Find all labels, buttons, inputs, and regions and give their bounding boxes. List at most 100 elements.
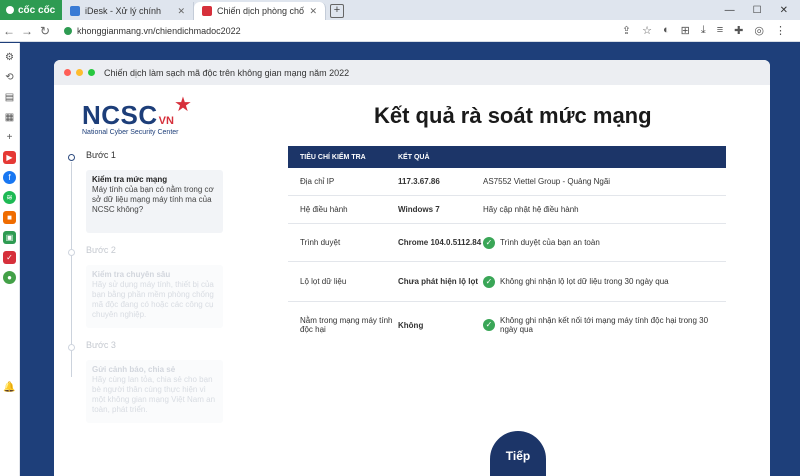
youtube-icon[interactable]: ▶ bbox=[3, 151, 16, 164]
step-label: Bước 1 bbox=[86, 150, 116, 160]
ncsc-favicon-icon bbox=[202, 6, 212, 16]
row-note: Không ghi nhận kết nối tới mạng máy tính… bbox=[500, 316, 709, 334]
download-icon[interactable]: ⤓ bbox=[701, 24, 706, 37]
check-icon: ✓ bbox=[483, 319, 495, 331]
close-window-icon[interactable]: ✕ bbox=[780, 5, 788, 16]
step-bullet-icon bbox=[68, 154, 75, 161]
history-icon[interactable]: ⟲ bbox=[3, 71, 16, 84]
check-icon: ✓ bbox=[483, 236, 495, 249]
step-2[interactable]: Bước 2 Kiểm tra chuyên sâu Hãy sử dụng m… bbox=[64, 245, 224, 328]
url-text: khonggianmang.vn/chiendichmadoc2022 bbox=[77, 25, 241, 36]
close-dot-icon[interactable] bbox=[64, 69, 71, 76]
row-criterion: Nằm trong mạng máy tính độc hại bbox=[300, 316, 393, 334]
check-icon: ✓ bbox=[483, 275, 495, 288]
steps-panel: Bước 1 Kiểm tra mức mạng Máy tính của bạ… bbox=[64, 150, 224, 435]
minimize-dot-icon[interactable] bbox=[76, 69, 83, 76]
settings-icon[interactable]: ⚙ bbox=[3, 51, 16, 64]
row-result: Windows 7 bbox=[398, 205, 440, 214]
step-box-title: Gửi cảnh báo, chia sẻ bbox=[92, 365, 176, 374]
next-button[interactable]: Tiếp bbox=[490, 431, 546, 476]
translate-icon[interactable]: ⊞ bbox=[681, 24, 690, 37]
table-row: Trình duyệt Chrome 104.0.5112.84 ✓ Trình … bbox=[288, 224, 726, 262]
add-icon[interactable]: + bbox=[3, 131, 16, 144]
url-field[interactable]: khonggianmang.vn/chiendichmadoc2022 bbox=[64, 26, 622, 36]
logo-subtitle: National Cyber Security Center bbox=[82, 129, 179, 136]
extension-icon[interactable]: ◐ bbox=[663, 24, 670, 37]
reload-icon[interactable]: ↻ bbox=[36, 24, 54, 38]
store-icon[interactable]: ▣ bbox=[3, 231, 16, 244]
step-label: Bước 2 bbox=[86, 245, 116, 255]
results-table: TIÊU CHÍ KIỂM TRA KẾT QUẢ Địa chỉ IP 117… bbox=[288, 146, 726, 348]
table-row: Hệ điều hành Windows 7 Hãy cập nhật hệ đ… bbox=[288, 196, 726, 224]
step-box: Gửi cảnh báo, chia sẻ Hãy cùng lan tỏa, … bbox=[86, 360, 223, 423]
browser-brand-label: cốc cốc bbox=[18, 4, 56, 16]
new-tab-button[interactable]: + bbox=[330, 4, 344, 18]
step-3[interactable]: Bước 3 Gửi cảnh báo, chia sẻ Hãy cùng la… bbox=[64, 340, 224, 423]
maximize-icon[interactable]: ☐ bbox=[753, 5, 762, 16]
app-icon[interactable]: ■ bbox=[3, 211, 16, 224]
browser-sidebar: ⚙ ⟲ ▤ ▦ + ▶ f ≋ ■ ▣ ✓ ● 🔔 bbox=[0, 43, 20, 476]
chart-icon[interactable]: ▦ bbox=[3, 111, 16, 124]
shopping-icon[interactable]: ✓ bbox=[3, 251, 16, 264]
more-icon[interactable]: ⋮ bbox=[775, 24, 786, 37]
maximize-dot-icon[interactable] bbox=[88, 69, 95, 76]
header-criterion: TIÊU CHÍ KIỂM TRA bbox=[300, 153, 366, 161]
extension-app-icon[interactable]: ● bbox=[3, 271, 16, 284]
row-note: Không ghi nhận lộ lọt dữ liệu trong 30 n… bbox=[500, 277, 669, 286]
share-icon[interactable]: ⇪ bbox=[622, 24, 631, 37]
step-bullet-icon bbox=[68, 249, 75, 256]
forward-arrow-icon[interactable]: → bbox=[18, 24, 36, 38]
step-box-text: Máy tính của bạn có nằm trong cơ sở dữ l… bbox=[92, 185, 214, 214]
step-box-title: Kiểm tra mức mạng bbox=[92, 175, 168, 184]
row-note: Trình duyệt của bạn an toàn bbox=[500, 238, 600, 247]
logo-vn: VN bbox=[158, 115, 174, 127]
page-title: Kết quả rà soát mức mạng bbox=[374, 103, 652, 128]
window-header: Chiến dịch làm sạch mã độc trên không gi… bbox=[54, 60, 770, 85]
step-box: Kiểm tra mức mạng Máy tính của bạn có nằ… bbox=[86, 170, 223, 233]
menu-icon[interactable]: ≡ bbox=[717, 24, 723, 37]
secure-site-icon bbox=[64, 26, 72, 35]
step-label: Bước 3 bbox=[86, 340, 116, 350]
minimize-icon[interactable]: — bbox=[725, 5, 735, 16]
close-tab-icon[interactable]: ✕ bbox=[177, 6, 185, 17]
logo-word: NCSC bbox=[82, 100, 158, 130]
coccoc-logo-icon bbox=[6, 6, 14, 14]
row-result: Chưa phát hiện lộ lọt bbox=[398, 277, 479, 286]
step-box-text: Hãy cùng lan tỏa, chia sẻ cho bạn bè ngư… bbox=[92, 375, 216, 414]
row-note: AS7552 Viettel Group - Quảng Ngãi bbox=[483, 177, 611, 186]
notes-icon[interactable]: ▤ bbox=[3, 91, 16, 104]
row-result: 117.3.67.86 bbox=[398, 177, 440, 186]
step-1[interactable]: Bước 1 Kiểm tra mức mạng Máy tính của bạ… bbox=[64, 150, 224, 233]
step-bullet-icon bbox=[68, 344, 75, 351]
back-arrow-icon[interactable]: ← bbox=[0, 24, 18, 38]
tab-campaign[interactable]: Chiến dịch phòng chống m... ✕ bbox=[194, 2, 326, 20]
idesk-favicon-icon bbox=[70, 6, 80, 16]
notification-bell-icon[interactable]: 🔔 bbox=[3, 381, 16, 394]
tab-title: iDesk - Xử lý chính bbox=[85, 6, 162, 16]
table-row: Lộ lọt dữ liệu Chưa phát hiện lộ lọt ✓ Kh… bbox=[288, 262, 726, 302]
puzzle-icon[interactable]: ✚ bbox=[734, 24, 743, 37]
header-result: KẾT QUẢ bbox=[398, 153, 430, 161]
tab-idesk[interactable]: iDesk - Xử lý chính ✕ bbox=[62, 2, 194, 20]
row-criterion: Lộ lọt dữ liệu bbox=[300, 277, 347, 286]
window-title: Chiến dịch làm sạch mã độc trên không gi… bbox=[104, 67, 350, 78]
window-controls: — ☐ ✕ bbox=[725, 0, 800, 20]
row-criterion: Trình duyệt bbox=[300, 238, 341, 247]
table-row: Địa chỉ IP 117.3.67.86 AS7552 Viettel Gr… bbox=[288, 168, 726, 196]
logo-star-icon: ★ bbox=[174, 94, 192, 116]
address-bar: ← → ↻ khonggianmang.vn/chiendichmadoc202… bbox=[0, 20, 800, 42]
bookmark-star-icon[interactable]: ☆ bbox=[642, 24, 652, 37]
close-tab-icon[interactable]: ✕ bbox=[309, 6, 317, 17]
browser-brand[interactable]: cốc cốc bbox=[0, 0, 62, 20]
step-box-text: Hãy sử dụng máy tính, thiết bị của bạn b… bbox=[92, 280, 214, 319]
row-note: Hãy cập nhật hệ điều hành bbox=[483, 205, 579, 214]
row-result: Chrome 104.0.5112.84 bbox=[398, 238, 482, 247]
table-row: Nằm trong mạng máy tính độc hại Không ✓ K… bbox=[288, 302, 726, 348]
facebook-icon[interactable]: f bbox=[3, 171, 16, 184]
campaign-window: Chiến dịch làm sạch mã độc trên không gi… bbox=[54, 60, 770, 476]
profile-icon[interactable]: ◎ bbox=[754, 24, 764, 37]
step-box: Kiểm tra chuyên sâu Hãy sử dụng máy tính… bbox=[86, 265, 223, 328]
spotify-icon[interactable]: ≋ bbox=[3, 191, 16, 204]
browser-toolbar: ⇪ ☆ ◐ ⊞ ⤓ ≡ ✚ ◎ ⋮ bbox=[622, 24, 800, 37]
row-criterion: Địa chỉ IP bbox=[300, 177, 335, 186]
